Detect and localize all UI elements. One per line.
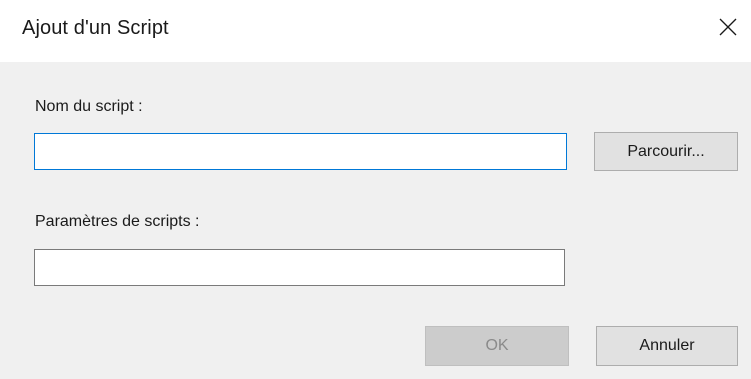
title-bar: Ajout d'un Script — [0, 0, 751, 62]
script-name-input[interactable] — [34, 133, 567, 170]
script-params-input[interactable] — [34, 249, 565, 286]
cancel-button[interactable]: Annuler — [596, 326, 738, 366]
ok-button[interactable]: OK — [425, 326, 569, 366]
close-button[interactable] — [711, 10, 745, 44]
dialog-title: Ajout d'un Script — [22, 17, 169, 39]
browse-button[interactable]: Parcourir... — [594, 132, 738, 171]
add-script-dialog: Ajout d'un Script Nom du script : Parcou… — [0, 0, 751, 379]
close-icon — [719, 18, 737, 36]
script-params-label: Paramètres de scripts : — [35, 213, 200, 230]
script-name-label: Nom du script : — [35, 98, 143, 115]
dialog-body: Nom du script : Parcourir... Paramètres … — [0, 62, 751, 379]
